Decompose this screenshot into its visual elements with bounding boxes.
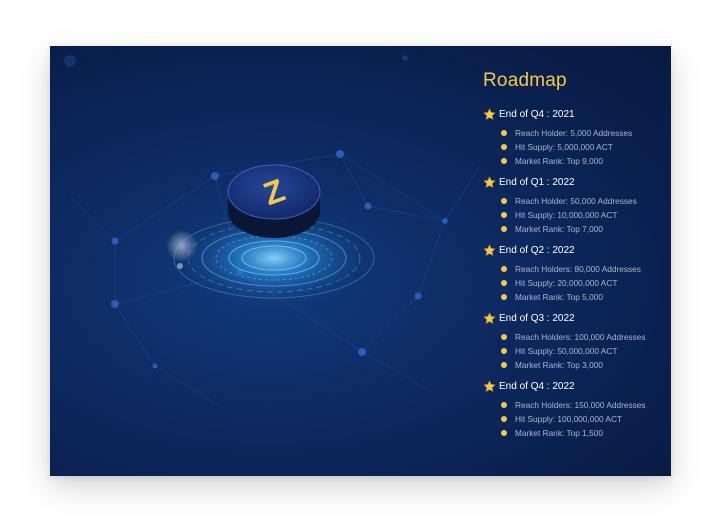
list-item: Hit Supply: 100,000,000 ACT [501, 412, 668, 426]
bullet-icon [501, 144, 507, 150]
bullet-icon [501, 334, 507, 340]
milestone-label: End of Q3 : 2022 [499, 312, 575, 324]
milestone: End of Q3 : 2022 Reach Holders: 100,000 … [483, 310, 668, 372]
roadmap-title: Roadmap [483, 70, 567, 91]
milestone-label: End of Q4 : 2021 [499, 108, 575, 120]
list-item: Hit Supply: 50,000,000 ACT [501, 344, 668, 358]
bullet-icon [501, 158, 507, 164]
bullet-icon [501, 362, 507, 368]
milestone: End of Q1 : 2022 Reach Holder: 50,000 Ad… [483, 174, 668, 236]
milestone-label: End of Q4 : 2022 [499, 380, 575, 392]
roadmap-panel: Roadmap End of Q4 : 2021 Reach Holder: 5… [483, 70, 668, 446]
bullet-icon [501, 226, 507, 232]
star-icon [483, 311, 496, 324]
milestone-label: End of Q1 : 2022 [499, 176, 575, 188]
milestone: End of Q4 : 2021 Reach Holder: 5,000 Add… [483, 106, 668, 168]
bullet-icon [501, 130, 507, 136]
coin-logo: Z [227, 164, 321, 238]
list-item: Market Rank: Top 1,500 [501, 426, 668, 440]
list-item: Market Rank: Top 7,000 [501, 222, 668, 236]
list-item: Market Rank: Top 5,000 [501, 290, 668, 304]
bullet-icon [501, 348, 507, 354]
milestone: End of Q4 : 2022 Reach Holders: 150,000 … [483, 378, 668, 440]
milestone: End of Q2 : 2022 Reach Holders: 80,000 A… [483, 242, 668, 304]
star-icon [483, 379, 496, 392]
list-item: Hit Supply: 20,000,000 ACT [501, 276, 668, 290]
star-icon [483, 243, 496, 256]
bullet-icon [501, 430, 507, 436]
bullet-icon [501, 280, 507, 286]
list-item: Market Rank: Top 9,000 [501, 154, 668, 168]
list-item: Hit Supply: 5,000,000 ACT [501, 140, 668, 154]
list-item: Reach Holder: 5,000 Addresses [501, 126, 668, 140]
list-item: Reach Holders: 80,000 Addresses [501, 262, 668, 276]
bullet-icon [501, 402, 507, 408]
milestone-label: End of Q2 : 2022 [499, 244, 575, 256]
list-item: Reach Holders: 150,000 Addresses [501, 398, 668, 412]
bullet-icon [501, 416, 507, 422]
star-icon [483, 175, 496, 188]
bullet-icon [501, 294, 507, 300]
list-item: Market Rank: Top 3,000 [501, 358, 668, 372]
list-item: Hit Supply: 10,000,000 ACT [501, 208, 668, 222]
list-item: Reach Holder: 50,000 Addresses [501, 194, 668, 208]
roadmap-card: Z Roadmap End of Q4 : 2021 Reach Holder:… [50, 46, 671, 476]
bullet-icon [501, 266, 507, 272]
bullet-icon [501, 198, 507, 204]
bullet-icon [501, 212, 507, 218]
list-item: Reach Holders: 100,000 Addresses [501, 330, 668, 344]
star-icon [483, 107, 496, 120]
